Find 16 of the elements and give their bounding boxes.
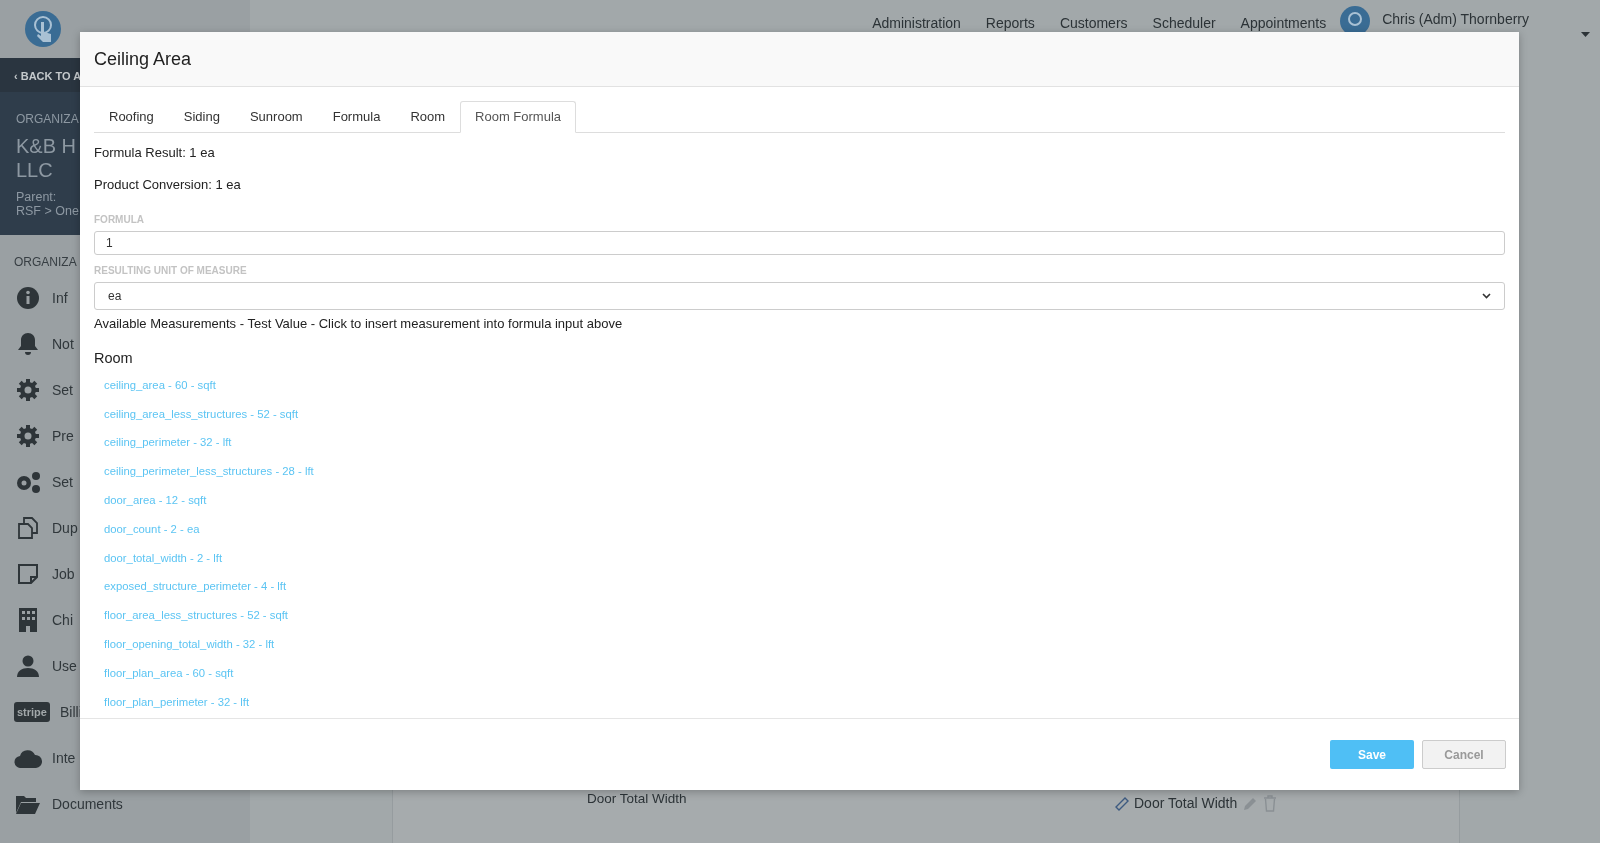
formula-result: Formula Result: 1 ea xyxy=(94,143,216,162)
product-conversion: Product Conversion: 1 ea xyxy=(94,176,242,194)
measurement-tag: Door Total Width xyxy=(1134,793,1238,814)
section-title: Room xyxy=(94,349,134,368)
measurement-name: Door Total Width xyxy=(587,790,687,808)
org-heading: ORGANIZA xyxy=(16,111,79,128)
org-parent: Parent: xyxy=(16,190,57,204)
org-name: K&B H xyxy=(16,134,77,158)
modal-title: Ceiling Area xyxy=(80,32,1519,87)
org-name: LLC xyxy=(16,158,53,182)
field-label: RESULTING UNIT OF MEASURE xyxy=(94,263,248,278)
org-parent: RSF > One xyxy=(16,204,79,218)
section-heading: ORGANIZA xyxy=(14,254,77,271)
hint-text: Available Measurements - Test Value - Click to insert measurement into formula input above xyxy=(94,314,624,333)
field-label: FORMULA xyxy=(94,212,145,227)
stripe-logo: stripe xyxy=(14,701,50,723)
